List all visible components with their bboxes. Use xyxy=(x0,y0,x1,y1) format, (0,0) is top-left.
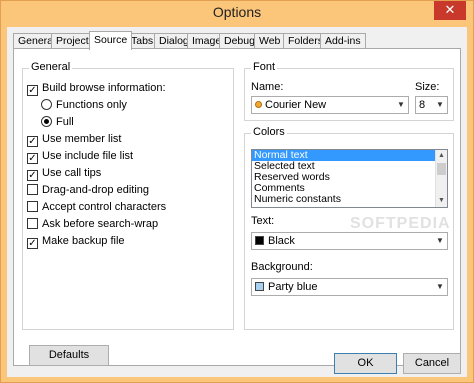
chevron-down-icon[interactable]: ▼ xyxy=(433,233,447,249)
defaults-button[interactable]: Defaults xyxy=(29,345,109,366)
ask-search-wrap-label: Ask before search-wrap xyxy=(42,218,159,230)
dialog-client-area: General Project Source Tabs Dialog Image… xyxy=(7,27,467,377)
background-color-combo[interactable]: Party blue ▼ xyxy=(251,278,448,296)
font-name-label: Name: xyxy=(251,81,284,93)
text-color-swatch xyxy=(255,236,264,245)
checkbox-use-member-list[interactable]: ✓ xyxy=(27,136,38,147)
use-include-list-checkbox[interactable]: ✓ Use include file list xyxy=(27,150,133,164)
tab-project[interactable]: Project xyxy=(51,33,94,49)
chevron-down-icon[interactable]: ▼ xyxy=(433,97,447,113)
window-title: Options xyxy=(212,4,262,20)
source-tab-panel: General ✓ Build browse information: Funct… xyxy=(13,48,461,366)
scroll-up-icon[interactable]: ▲ xyxy=(436,150,447,162)
chevron-down-icon[interactable]: ▼ xyxy=(433,279,447,295)
cancel-button[interactable]: Cancel xyxy=(403,353,461,374)
tab-web[interactable]: Web xyxy=(254,33,286,49)
options-window: Options ✕ General Project Source Tabs Di… xyxy=(0,0,474,383)
font-group-title: Font xyxy=(251,61,278,73)
colors-group-title: Colors xyxy=(251,126,287,138)
font-size-value: 8 xyxy=(419,99,426,111)
drag-drop-checkbox[interactable]: Drag-and-drop editing xyxy=(27,184,149,198)
radio-functions-only[interactable] xyxy=(41,99,52,110)
accept-control-checkbox[interactable]: Accept control characters xyxy=(27,201,166,215)
tab-source[interactable]: Source xyxy=(89,31,133,50)
ok-button[interactable]: OK xyxy=(334,353,397,374)
title-bar[interactable]: Options ✕ xyxy=(1,1,473,27)
text-color-value: Black xyxy=(268,235,295,247)
checkbox-use-include-list[interactable]: ✓ xyxy=(27,153,38,164)
font-size-label: Size: xyxy=(415,81,440,93)
drag-drop-label: Drag-and-drop editing xyxy=(42,184,150,196)
chevron-down-icon[interactable]: ▼ xyxy=(394,97,408,113)
color-items: Normal text Selected text Reserved words Co… xyxy=(252,150,447,205)
general-group: General ✓ Build browse information: Funct… xyxy=(22,61,234,330)
background-color-value: Party blue xyxy=(268,281,318,293)
checkbox-build-browse[interactable]: ✓ xyxy=(27,85,38,96)
listbox-scrollbar[interactable]: ▲ ▼ xyxy=(435,150,447,207)
functions-only-radio[interactable]: Functions only xyxy=(41,99,127,113)
use-call-tips-checkbox[interactable]: ✓ Use call tips xyxy=(27,167,101,181)
scroll-thumb[interactable] xyxy=(437,163,446,175)
accept-control-label: Accept control characters xyxy=(42,201,167,213)
tab-add-ins[interactable]: Add-ins xyxy=(320,33,366,49)
font-group: Font Name: Courier New ▼ Size: 8 ▼ xyxy=(244,61,454,121)
checkbox-drag-drop[interactable] xyxy=(27,184,38,195)
checkbox-ask-search-wrap[interactable] xyxy=(27,218,38,229)
font-icon xyxy=(255,101,262,108)
background-color-swatch xyxy=(255,282,264,291)
use-member-list-checkbox[interactable]: ✓ Use member list xyxy=(27,133,121,147)
text-color-combo[interactable]: Black ▼ xyxy=(251,232,448,250)
font-name-value: Courier New xyxy=(265,99,327,111)
functions-only-label: Functions only xyxy=(56,99,127,111)
build-browse-label: Build browse information: xyxy=(42,82,166,94)
text-color-label: Text: xyxy=(251,215,275,227)
ask-search-wrap-checkbox[interactable]: Ask before search-wrap xyxy=(27,218,158,232)
build-browse-checkbox[interactable]: ✓ Build browse information: xyxy=(27,82,166,96)
use-include-list-label: Use include file list xyxy=(42,150,134,162)
full-label: Full xyxy=(56,116,74,128)
full-radio[interactable]: Full xyxy=(41,116,74,130)
watermark: SOFTPEDIA xyxy=(350,215,451,232)
font-name-combo[interactable]: Courier New ▼ xyxy=(251,96,409,114)
use-call-tips-label: Use call tips xyxy=(42,167,102,179)
color-list-item[interactable]: Numeric constants xyxy=(252,194,447,205)
radio-full[interactable] xyxy=(41,116,52,127)
make-backup-checkbox[interactable]: ✓ Make backup file xyxy=(27,235,125,249)
checkbox-accept-control[interactable] xyxy=(27,201,38,212)
checkbox-use-call-tips[interactable]: ✓ xyxy=(27,170,38,181)
make-backup-label: Make backup file xyxy=(42,235,125,247)
use-member-list-label: Use member list xyxy=(42,133,122,145)
color-items-listbox[interactable]: Normal text Selected text Reserved words Co… xyxy=(251,149,448,208)
checkbox-make-backup[interactable]: ✓ xyxy=(27,238,38,249)
font-size-combo[interactable]: 8 ▼ xyxy=(415,96,448,114)
scroll-down-icon[interactable]: ▼ xyxy=(436,195,447,207)
general-group-title: General xyxy=(29,61,73,73)
close-button[interactable]: ✕ xyxy=(434,1,466,20)
background-color-label: Background: xyxy=(251,261,313,273)
